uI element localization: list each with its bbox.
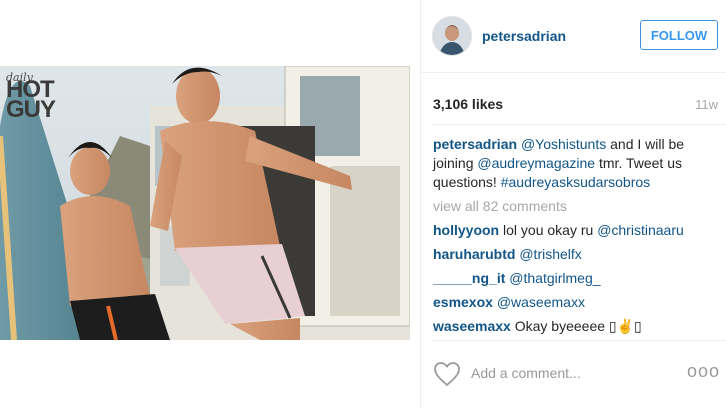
logo-caption-big: HOT GUY: [6, 76, 56, 123]
caption-mention[interactable]: @Yoshistunts: [521, 136, 606, 152]
caption: petersadrian @Yoshistunts and I will be …: [433, 135, 723, 192]
more-options-icon[interactable]: ooo: [687, 361, 720, 382]
view-all-comments-link[interactable]: view all 82 comments: [433, 197, 723, 216]
add-comment-row: Add a comment... ooo: [421, 355, 726, 395]
likes-count[interactable]: 3,106 likes: [433, 96, 503, 112]
comment-mention[interactable]: @waseemaxx: [497, 294, 585, 310]
list-item: esmexox @waseemaxx: [433, 293, 723, 312]
comment-username[interactable]: _____ng_it: [433, 270, 505, 286]
comment-text: Okay byeeeee: [510, 318, 609, 334]
post-header: petersadrian FOLLOW: [421, 0, 726, 73]
avatar[interactable]: [432, 16, 472, 56]
caption-mention[interactable]: @audreymagazine: [477, 155, 595, 171]
post-author-username[interactable]: petersadrian: [482, 28, 566, 44]
post-sidebar: petersadrian FOLLOW 3,106 likes 11w pete…: [421, 0, 726, 408]
add-comment-divider: [433, 340, 726, 341]
comment-username[interactable]: hollyyoon: [433, 222, 499, 238]
comment-username[interactable]: waseemaxx: [433, 318, 511, 334]
post-timestamp[interactable]: 11w: [695, 97, 718, 112]
comment-text: lol you okay ru: [499, 222, 598, 238]
post-media: daily HOT GUY: [0, 0, 410, 408]
caption-username[interactable]: petersadrian: [433, 136, 517, 152]
comment-mention[interactable]: @trishelfx: [519, 246, 581, 262]
caption-hashtag[interactable]: #audreyasksudarsobros: [501, 174, 650, 190]
comment-emoji: ▯✌▯: [608, 318, 642, 334]
heart-outline-icon[interactable]: [433, 361, 461, 387]
comment-list: petersadrian @Yoshistunts and I will be …: [433, 135, 723, 341]
add-comment-input[interactable]: Add a comment...: [471, 365, 581, 381]
likes-divider: [433, 124, 726, 125]
comment-mention[interactable]: @christinaaru: [597, 222, 684, 238]
list-item: waseemaxx Okay byeeeee ▯✌▯: [433, 317, 723, 336]
list-item: hollyyoon lol you okay ru @christinaaru: [433, 221, 723, 240]
comment-username[interactable]: esmexox: [433, 294, 493, 310]
comment-mention[interactable]: @thatgirlmeg_: [509, 270, 600, 286]
list-item: haruharubtd @trishelfx: [433, 245, 723, 264]
comment-username[interactable]: haruharubtd: [433, 246, 515, 262]
list-item: _____ng_it @thatgirlmeg_: [433, 269, 723, 288]
follow-button[interactable]: FOLLOW: [640, 20, 718, 50]
